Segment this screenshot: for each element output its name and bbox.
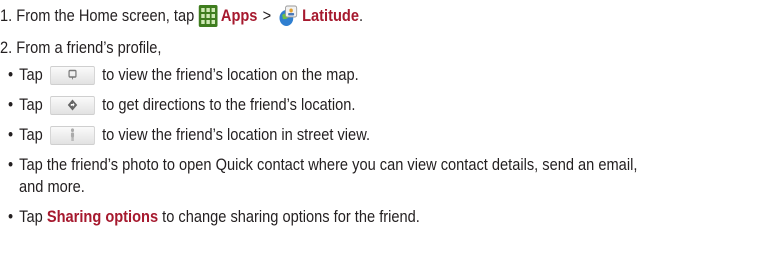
step-1-period: . — [358, 6, 364, 25]
latitude-app-icon — [278, 4, 299, 28]
bullet-directions-text: to get directions to the friend’s locati… — [102, 95, 356, 114]
bullet-photo: • Tap the friend’s photo to open Quick c… — [8, 154, 637, 176]
street-view-icon — [71, 128, 75, 141]
instructions-document: 1. From the Home screen, tap Apps > Lati… — [0, 0, 779, 267]
bullet-dot: • — [8, 207, 14, 226]
directions-icon — [68, 99, 78, 111]
bullet-sharing-post: to change sharing options for the friend… — [162, 207, 420, 226]
bullet-photo-continued: and more. — [19, 176, 85, 198]
step-2: 2. From a friend’s profile, — [0, 37, 161, 59]
bullet-street-view: • Tap to view the friend’s location in s… — [8, 124, 370, 146]
bullet-sharing-pre: Tap — [19, 207, 43, 226]
sharing-options-link: Sharing options — [46, 207, 159, 226]
map-pin-icon — [68, 69, 77, 80]
latitude-label: Latitude — [302, 6, 359, 25]
step-1-number: 1. — [0, 6, 13, 25]
bullet-map-tap: Tap — [19, 65, 43, 84]
menu-separator: > — [262, 6, 272, 25]
bullet-map-text: to view the friend’s location on the map… — [102, 65, 359, 84]
bullet-dot: • — [8, 95, 14, 114]
step-1-text: From the Home screen, tap — [16, 6, 195, 25]
bullet-directions-tap: Tap — [19, 95, 43, 114]
apps-grid-icon — [198, 5, 218, 27]
bullet-sharing: • Tap Sharing options to change sharing … — [8, 206, 420, 228]
bullet-street-tap: Tap — [19, 125, 43, 144]
step-2-number: 2. — [0, 38, 13, 57]
directions-button[interactable] — [50, 95, 96, 115]
bullet-photo-text: Tap the friend’s photo to open Quick con… — [19, 155, 638, 174]
bullet-dot: • — [8, 65, 14, 84]
bullet-street-text: to view the friend’s location in street … — [102, 125, 371, 144]
apps-label: Apps — [220, 6, 258, 25]
bullet-photo-cont: and more. — [19, 177, 85, 196]
step-2-text: From a friend’s profile, — [16, 38, 162, 57]
bullet-directions: • Tap to get directions to the friend’s … — [8, 94, 355, 116]
bullet-dot: • — [8, 155, 14, 174]
street-view-button[interactable] — [50, 125, 96, 145]
bullet-dot: • — [8, 125, 14, 144]
map-button[interactable] — [50, 65, 96, 85]
step-1: 1. From the Home screen, tap Apps > Lati… — [0, 4, 363, 28]
bullet-map: • Tap to view the friend’s location on t… — [8, 64, 359, 86]
